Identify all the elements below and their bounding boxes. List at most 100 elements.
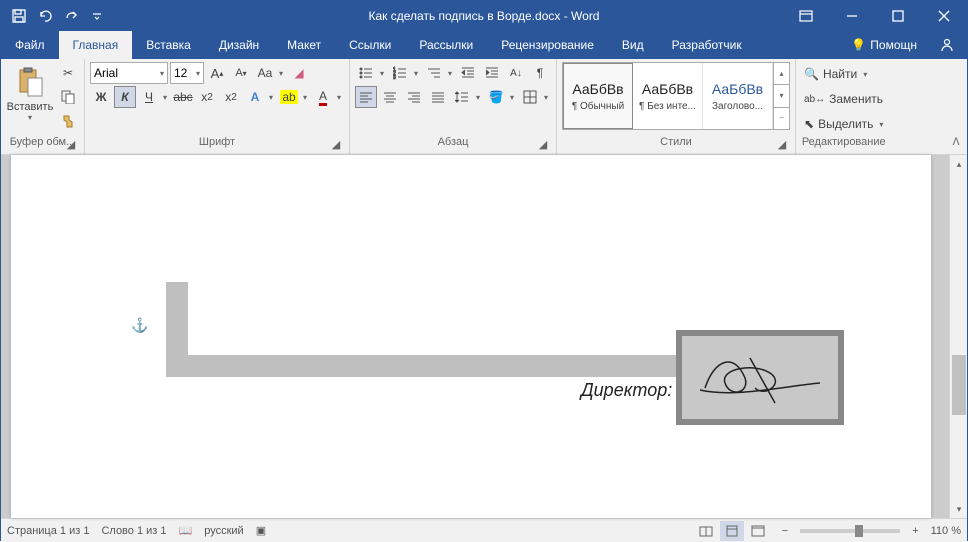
tab-design[interactable]: Дизайн	[205, 31, 273, 59]
tab-insert[interactable]: Вставка	[132, 31, 205, 59]
strikethrough-button[interactable]: abc	[172, 86, 194, 108]
scroll-down-button[interactable]: ▾	[950, 500, 968, 518]
change-case-button[interactable]: Aa	[254, 62, 276, 84]
tab-review[interactable]: Рецензирование	[487, 31, 608, 59]
align-right-icon	[407, 90, 421, 104]
vertical-scrollbar[interactable]: ▴ ▾	[949, 155, 967, 518]
status-bar: Страница 1 из 1 Слово 1 из 1 📖 русский ▣…	[1, 518, 967, 542]
borders-button[interactable]	[519, 86, 541, 108]
web-layout-button[interactable]	[746, 521, 770, 541]
minimize-button[interactable]	[829, 1, 875, 31]
document-page[interactable]: ⚓ Директор:	[11, 155, 931, 518]
align-right-button[interactable]	[403, 86, 425, 108]
font-size-selector[interactable]: 12▾	[170, 62, 204, 84]
signature-image[interactable]	[676, 330, 844, 425]
font-color-button[interactable]: A	[312, 86, 334, 108]
zoom-in-button[interactable]: +	[912, 525, 918, 537]
gallery-down-button[interactable]: ▾	[774, 85, 789, 107]
save-button[interactable]	[7, 4, 31, 28]
justify-button[interactable]	[427, 86, 449, 108]
zoom-level[interactable]: 110 %	[931, 525, 961, 537]
tab-references[interactable]: Ссылки	[335, 31, 405, 59]
gallery-more-button[interactable]: ⎯	[774, 108, 789, 129]
numbering-icon: 123	[393, 66, 407, 80]
clear-formatting-button[interactable]: ◢	[288, 62, 310, 84]
copy-button[interactable]	[57, 86, 79, 108]
window-title: Как сделать подпись в Ворде.docx - Word	[369, 9, 600, 23]
line-spacing-button[interactable]	[451, 86, 473, 108]
title-bar: Как сделать подпись в Ворде.docx - Word	[1, 1, 967, 31]
italic-button[interactable]: К	[114, 86, 136, 108]
print-layout-button[interactable]	[720, 521, 744, 541]
superscript-button[interactable]: x2	[220, 86, 242, 108]
highlight-button[interactable]: ab	[278, 86, 300, 108]
ribbon-display-button[interactable]	[783, 1, 829, 31]
dropdown-icon[interactable]: ▾	[276, 62, 286, 84]
find-button[interactable]: 🔍Найти▾	[801, 63, 886, 85]
shading-button[interactable]: 🪣	[485, 86, 507, 108]
align-left-button[interactable]	[355, 86, 377, 108]
align-center-button[interactable]	[379, 86, 401, 108]
multilevel-list-button[interactable]	[423, 62, 445, 84]
language-indicator[interactable]: русский	[204, 525, 243, 537]
zoom-out-button[interactable]: −	[782, 525, 788, 537]
style-heading1[interactable]: АаБбВвЗаголово...	[703, 63, 773, 129]
zoom-slider[interactable]	[800, 529, 900, 533]
collapse-ribbon-button[interactable]: ᐱ	[948, 134, 964, 150]
qat-customize-button[interactable]	[85, 4, 109, 28]
redo-button[interactable]	[59, 4, 83, 28]
borders-icon	[523, 90, 537, 104]
style-no-spacing[interactable]: АаБбВв¶ Без инте...	[633, 63, 703, 129]
bullets-button[interactable]	[355, 62, 377, 84]
undo-button[interactable]	[33, 4, 57, 28]
dialog-launcher[interactable]: ◢	[537, 138, 549, 150]
show-marks-button[interactable]: ¶	[529, 62, 551, 84]
tell-me-button[interactable]: 💡 Помощн	[841, 31, 927, 59]
replace-button[interactable]: ab↔Заменить	[801, 88, 886, 110]
numbering-button[interactable]: 123	[389, 62, 411, 84]
group-label: Стили	[660, 136, 692, 148]
bullets-icon	[359, 66, 373, 80]
dialog-launcher[interactable]: ◢	[330, 138, 342, 150]
cut-button[interactable]: ✂	[57, 62, 79, 84]
increase-indent-button[interactable]	[481, 62, 503, 84]
tab-developer[interactable]: Разработчик	[658, 31, 756, 59]
maximize-button[interactable]	[875, 1, 921, 31]
scroll-up-button[interactable]: ▴	[950, 155, 968, 173]
paste-button[interactable]: Вставить ▾	[6, 62, 54, 130]
text-effects-button[interactable]: A	[244, 86, 266, 108]
format-painter-button[interactable]	[57, 110, 79, 132]
style-normal[interactable]: АаБбВв¶ Обычный	[563, 63, 633, 129]
share-button[interactable]	[927, 31, 967, 59]
tab-file[interactable]: Файл	[1, 31, 59, 59]
tab-view[interactable]: Вид	[608, 31, 658, 59]
grow-font-button[interactable]: A▴	[206, 62, 228, 84]
tab-layout[interactable]: Макет	[273, 31, 335, 59]
dialog-launcher[interactable]: ◢	[776, 138, 788, 150]
subscript-button[interactable]: x2	[196, 86, 218, 108]
underline-button[interactable]: Ч	[138, 86, 160, 108]
zoom-knob[interactable]	[855, 525, 863, 537]
font-name-selector[interactable]: Arial▾	[90, 62, 168, 84]
shape-l[interactable]	[166, 282, 676, 377]
bucket-icon: 🪣	[489, 90, 504, 104]
gallery-up-button[interactable]: ▴	[774, 63, 789, 85]
tab-home[interactable]: Главная	[59, 31, 133, 59]
sort-button[interactable]: A↓	[505, 62, 527, 84]
spellcheck-button[interactable]: 📖	[179, 524, 193, 537]
macro-button[interactable]: ▣	[256, 524, 266, 537]
scroll-thumb[interactable]	[952, 355, 966, 415]
word-count[interactable]: Слово 1 из 1	[101, 525, 166, 537]
select-button[interactable]: ⬉Выделить▾	[801, 113, 886, 135]
page-indicator[interactable]: Страница 1 из 1	[7, 525, 89, 537]
read-mode-button[interactable]	[694, 521, 718, 541]
close-button[interactable]	[921, 1, 967, 31]
signature-drawing	[695, 348, 825, 408]
lightbulb-icon: 💡	[851, 38, 866, 52]
tab-mailings[interactable]: Рассылки	[405, 31, 487, 59]
shrink-font-button[interactable]: A▾	[230, 62, 252, 84]
scissors-icon: ✂	[63, 66, 73, 80]
decrease-indent-button[interactable]	[457, 62, 479, 84]
bold-button[interactable]: Ж	[90, 86, 112, 108]
dialog-launcher[interactable]: ◢	[65, 138, 77, 150]
